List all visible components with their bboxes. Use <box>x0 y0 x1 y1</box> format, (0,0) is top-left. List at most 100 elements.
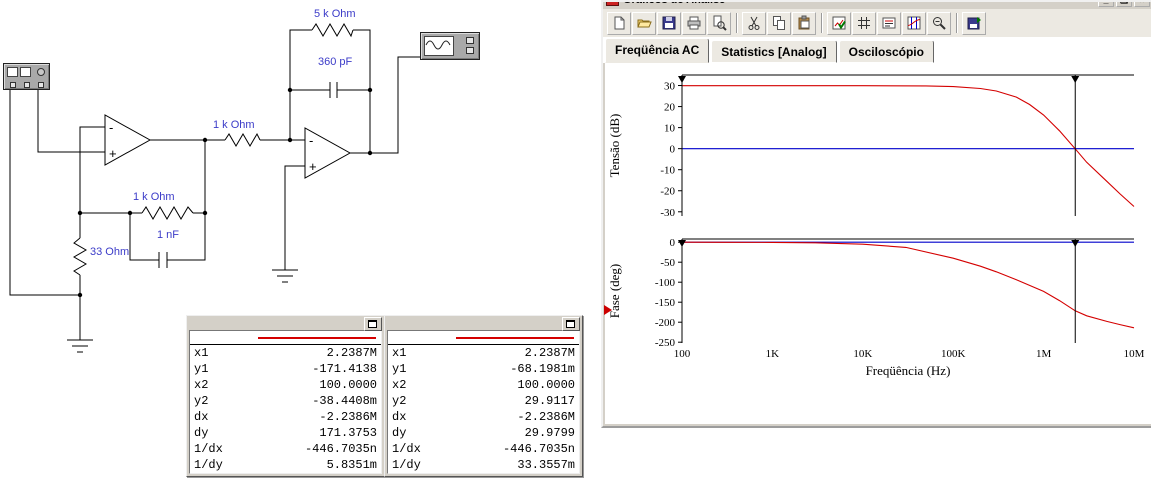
cursor-table-gain: x1 2.2387M y1 -68.1981m x2 100.0000 y2 29.91… <box>384 315 583 477</box>
label-series-resistor[interactable]: 1 k Ohm <box>213 119 255 131</box>
trace-gain <box>682 85 1135 207</box>
cut-button[interactable] <box>742 11 766 35</box>
opamp1-noninverting-sign: + <box>109 146 117 161</box>
collapse-button[interactable] <box>562 317 580 331</box>
resistor-33ohm[interactable] <box>73 237 87 276</box>
y-tick-label: -30 <box>660 207 675 219</box>
row-value: 171.3753 <box>319 426 377 440</box>
cursor-1-handle[interactable] <box>1071 240 1080 247</box>
open-button[interactable] <box>632 11 656 35</box>
y-tick-label: -200 <box>655 317 676 329</box>
tab-frequencia-ac[interactable]: Freqüência AC <box>605 38 710 63</box>
export-button[interactable] <box>962 11 986 35</box>
window-icon <box>368 320 377 328</box>
label-gain-resistor[interactable]: 33 Ohm <box>90 246 129 258</box>
cursors-button[interactable] <box>902 11 926 35</box>
row-value: 33.3557m <box>517 458 575 472</box>
cursor-table-body: x1 2.2387M y1 -68.1981m x2 100.0000 y2 29.91… <box>387 330 580 474</box>
fg-terminal <box>10 82 16 88</box>
row-label: 1/dy <box>194 458 223 472</box>
label-feedback-resistor[interactable]: 5 k Ohm <box>314 8 356 20</box>
grid-button[interactable] <box>852 11 876 35</box>
row-value: -446.7035n <box>304 442 377 456</box>
toolbar-separator <box>956 13 958 33</box>
zoom-button[interactable] <box>927 11 951 35</box>
y-tick-label: 0 <box>670 144 676 156</box>
toolbar-separator <box>821 13 823 33</box>
row-label: 1/dx <box>392 442 421 456</box>
table-row: y2 29.9117 <box>388 393 579 409</box>
trace-color-swatch <box>456 337 574 339</box>
row-value: -2.2386M <box>517 410 575 424</box>
minimize-button[interactable]: _ <box>1098 2 1114 7</box>
function-generator-display2 <box>20 67 31 77</box>
capacitor-360pf[interactable] <box>329 82 338 98</box>
x-tick-label: 100 <box>674 348 691 360</box>
x-tick-label: 1M <box>1036 348 1052 360</box>
fg-terminal <box>38 82 44 88</box>
opamp-2[interactable]: - + <box>304 127 352 179</box>
label-feedback-capacitor[interactable]: 360 pF <box>318 56 352 68</box>
cursor-table-phase: x1 2.2387M y1 -171.4138 x2 100.0000 y2 -38.4… <box>186 315 385 477</box>
y-tick-label: -250 <box>655 337 676 349</box>
app-icon <box>606 2 619 6</box>
y-tick-label: -20 <box>660 186 675 198</box>
function-generator-icon[interactable] <box>3 63 50 90</box>
fg-terminal <box>24 82 30 88</box>
table-row: 1/dx -446.7035n <box>388 441 579 457</box>
resistor-1k-series[interactable] <box>224 132 261 147</box>
row-label: x1 <box>392 346 407 360</box>
row-label: 1/dx <box>194 442 223 456</box>
y-tick-label: 30 <box>664 81 676 93</box>
table-row: 1/dx -446.7035n <box>190 441 381 457</box>
print-button[interactable] <box>682 11 706 35</box>
oscilloscope-icon[interactable] <box>420 32 480 60</box>
active-trace-arrow[interactable] <box>604 305 612 315</box>
table-row: 1/dy 33.3557m <box>388 457 579 473</box>
maximize-button[interactable]: ❑ <box>1116 2 1132 7</box>
cursor-1-handle[interactable] <box>1071 76 1080 83</box>
y-tick-label: -50 <box>660 257 675 269</box>
collapse-button[interactable] <box>364 317 382 331</box>
row-label: dy <box>392 426 407 440</box>
resistor-5k-feedback[interactable] <box>311 23 354 38</box>
row-label: y1 <box>392 362 407 376</box>
tab-statistics-analog[interactable]: Statistics [Analog] <box>711 40 837 63</box>
x-tick-label: 10K <box>853 348 872 360</box>
toolbar <box>603 9 1151 38</box>
tab-osciloscopio[interactable]: Osciloscópio <box>838 40 934 63</box>
cursor-2-handle[interactable] <box>678 76 686 83</box>
save-button[interactable] <box>657 11 681 35</box>
label-t-resistor[interactable]: 1 k Ohm <box>133 191 175 203</box>
cursor-table-titlebar[interactable] <box>385 316 582 331</box>
y-tick-label: -150 <box>655 297 676 309</box>
function-generator-knob <box>37 68 45 76</box>
row-label: x1 <box>194 346 209 360</box>
properties-button[interactable] <box>827 11 851 35</box>
copy-button[interactable] <box>767 11 791 35</box>
capacitor-1nf[interactable] <box>158 252 168 268</box>
resistor-1k-t[interactable] <box>141 206 194 220</box>
opamp-1[interactable]: - + <box>104 114 152 166</box>
legend-button[interactable] <box>877 11 901 35</box>
row-label: y2 <box>392 394 407 408</box>
toolbar-separator <box>736 13 738 33</box>
ground-symbol-source[interactable] <box>67 339 93 353</box>
cursor-table-body: x1 2.2387M y1 -171.4138 x2 100.0000 y2 -38.4… <box>189 330 382 474</box>
print-preview-button[interactable] <box>707 11 731 35</box>
new-button[interactable] <box>607 11 631 35</box>
x-tick-label: 100K <box>941 348 966 360</box>
scope-terminal <box>466 47 474 54</box>
cursor-table-titlebar[interactable] <box>187 316 384 331</box>
trace-color-swatch <box>258 337 376 339</box>
paste-button[interactable] <box>792 11 816 35</box>
table-row: dy 171.3753 <box>190 425 381 441</box>
close-button[interactable]: × <box>1134 2 1150 7</box>
label-t-capacitor[interactable]: 1 nF <box>157 229 179 241</box>
ground-symbol-opamp2[interactable] <box>272 269 298 283</box>
sine-wave-icon <box>425 40 451 50</box>
cursor-2-handle[interactable] <box>678 240 686 247</box>
table-row: dx -2.2386M <box>190 409 381 425</box>
row-label: y1 <box>194 362 209 376</box>
analysis-plots: 3020100-10-20-30Tensão (dB)0-50-100-150-… <box>607 74 1145 378</box>
